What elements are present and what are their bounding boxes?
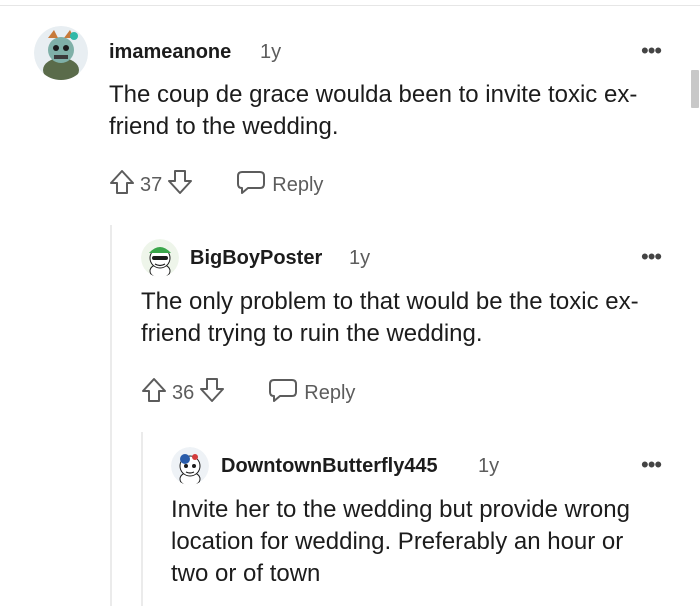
username[interactable]: imameanone xyxy=(109,41,231,64)
downvote-arrow-icon[interactable] xyxy=(198,376,226,410)
upvote-arrow-icon[interactable] xyxy=(140,376,168,410)
scrollbar-thumb[interactable] xyxy=(691,70,699,108)
upvote-arrow-icon[interactable] xyxy=(108,168,136,202)
vote-count: 36 xyxy=(172,381,195,404)
comment-body: Invite her to the wedding but provide wr… xyxy=(171,496,630,587)
reply-label: Reply xyxy=(304,381,356,404)
more-options-icon[interactable]: ••• xyxy=(641,246,662,268)
reply-label: Reply xyxy=(272,173,324,196)
vote-bar: 36 Reply xyxy=(140,378,355,408)
reply-button[interactable]: Reply xyxy=(268,377,355,409)
avatar[interactable] xyxy=(171,447,209,485)
thread-line-level-1[interactable] xyxy=(110,225,112,606)
username[interactable]: BigBoyPoster xyxy=(190,247,322,270)
comment-body: The only problem to that would be the to… xyxy=(141,288,639,347)
avatar[interactable] xyxy=(141,239,179,277)
timestamp: 1y xyxy=(478,455,500,477)
comment-body: The coup de grace woulda been to invite … xyxy=(109,81,638,140)
downvote-arrow-icon[interactable] xyxy=(166,168,194,202)
more-options-icon[interactable]: ••• xyxy=(641,454,662,476)
timestamp: 1y xyxy=(260,41,282,63)
more-options-icon[interactable]: ••• xyxy=(641,40,662,62)
timestamp: 1y xyxy=(349,247,371,269)
speech-bubble-icon xyxy=(236,169,266,201)
speech-bubble-icon xyxy=(268,377,298,409)
vote-count: 37 xyxy=(140,173,163,196)
reply-button[interactable]: Reply xyxy=(236,169,323,201)
thread-line-level-2[interactable] xyxy=(141,432,143,606)
vote-bar: 37 Reply xyxy=(108,170,323,200)
top-divider xyxy=(0,5,700,6)
avatar[interactable] xyxy=(34,26,88,80)
username[interactable]: DowntownButterfly445 xyxy=(221,455,438,478)
